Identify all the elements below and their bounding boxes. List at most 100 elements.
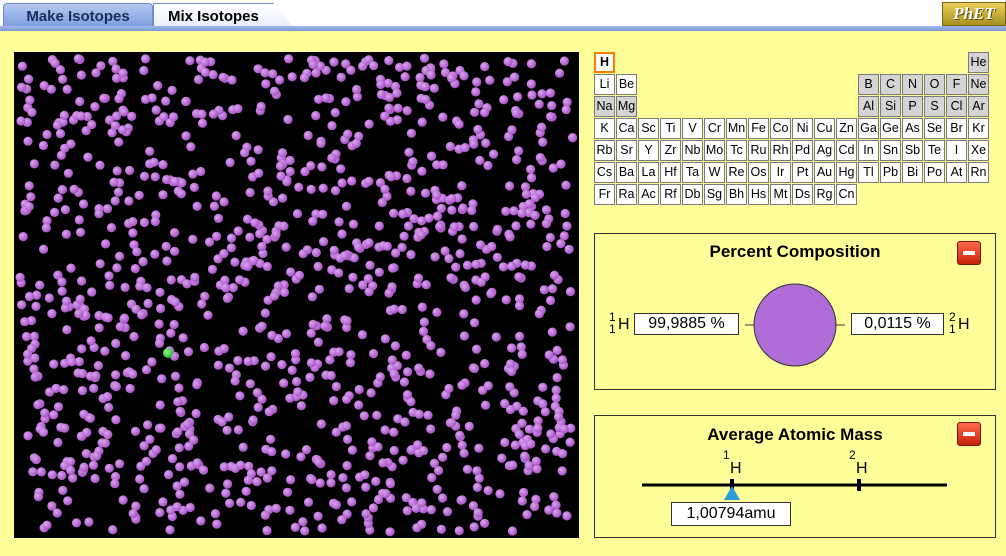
element-db[interactable]: Db [682,184,703,205]
element-ni[interactable]: Ni [792,118,813,139]
element-b[interactable]: B [858,74,879,95]
element-v[interactable]: V [682,118,703,139]
element-ar[interactable]: Ar [968,96,989,117]
element-ti[interactable]: Ti [660,118,681,139]
minimize-button[interactable] [957,422,981,446]
element-fr[interactable]: Fr [594,184,615,205]
h1-atom [442,442,452,453]
h1-atom [52,120,63,130]
element-bh[interactable]: Bh [726,184,747,205]
element-c[interactable]: C [880,74,901,95]
element-ru[interactable]: Ru [748,140,769,161]
element-na[interactable]: Na [594,96,615,117]
element-po[interactable]: Po [924,162,945,183]
isotope-test-chamber[interactable] [14,52,579,538]
element-ne[interactable]: Ne [968,74,989,95]
element-rg[interactable]: Rg [814,184,835,205]
element-be[interactable]: Be [616,74,637,95]
h1-atom [150,172,160,182]
h1-atom [388,263,398,273]
element-li[interactable]: Li [594,74,615,95]
element-w[interactable]: W [704,162,725,183]
element-ba[interactable]: Ba [616,162,637,183]
tab-mix-isotopes[interactable]: Mix Isotopes [153,3,293,27]
element-zr[interactable]: Zr [660,140,681,161]
element-cs[interactable]: Cs [594,162,615,183]
element-la[interactable]: La [638,162,659,183]
element-mn[interactable]: Mn [726,118,747,139]
element-sr[interactable]: Sr [616,140,637,161]
element-sg[interactable]: Sg [704,184,725,205]
element-he[interactable]: He [968,52,989,73]
element-fe[interactable]: Fe [748,118,769,139]
element-f[interactable]: F [946,74,967,95]
element-ac[interactable]: Ac [638,184,659,205]
element-tl[interactable]: Tl [858,162,879,183]
h1-atom [88,460,99,470]
element-y[interactable]: Y [638,140,659,161]
element-re[interactable]: Re [726,162,747,183]
element-cd[interactable]: Cd [836,140,857,161]
element-pt[interactable]: Pt [792,162,813,183]
element-h[interactable]: H [594,52,615,73]
element-co[interactable]: Co [770,118,791,139]
element-ag[interactable]: Ag [814,140,835,161]
element-ge[interactable]: Ge [880,118,901,139]
element-zn[interactable]: Zn [836,118,857,139]
element-xe[interactable]: Xe [968,140,989,161]
element-br[interactable]: Br [946,118,967,139]
minimize-button[interactable] [957,241,981,265]
element-al[interactable]: Al [858,96,879,117]
element-hf[interactable]: Hf [660,162,681,183]
h1-atom [189,435,199,445]
element-ta[interactable]: Ta [682,162,703,183]
element-ir[interactable]: Ir [770,162,791,183]
element-pd[interactable]: Pd [792,140,813,161]
element-ra[interactable]: Ra [616,184,637,205]
element-at[interactable]: At [946,162,967,183]
element-symbol: H [958,316,970,333]
h1-atom [252,388,262,398]
element-sn[interactable]: Sn [880,140,901,161]
element-si[interactable]: Si [880,96,901,117]
h1-atom [181,96,191,107]
element-ds[interactable]: Ds [792,184,813,205]
element-pb[interactable]: Pb [880,162,901,183]
element-in[interactable]: In [858,140,879,161]
element-cl[interactable]: Cl [946,96,967,117]
element-n[interactable]: N [902,74,923,95]
element-kr[interactable]: Kr [968,118,989,139]
element-s[interactable]: S [924,96,945,117]
element-sb[interactable]: Sb [902,140,923,161]
element-rf[interactable]: Rf [660,184,681,205]
element-bi[interactable]: Bi [902,162,923,183]
element-k[interactable]: K [594,118,615,139]
element-ga[interactable]: Ga [858,118,879,139]
element-au[interactable]: Au [814,162,835,183]
element-rh[interactable]: Rh [770,140,791,161]
element-rb[interactable]: Rb [594,140,615,161]
element-te[interactable]: Te [924,140,945,161]
element-cr[interactable]: Cr [704,118,725,139]
element-tc[interactable]: Tc [726,140,747,161]
element-cn[interactable]: Cn [836,184,857,205]
element-hs[interactable]: Hs [748,184,769,205]
element-rn[interactable]: Rn [968,162,989,183]
element-ca[interactable]: Ca [616,118,637,139]
element-mg[interactable]: Mg [616,96,637,117]
element-o[interactable]: O [924,74,945,95]
element-nb[interactable]: Nb [682,140,703,161]
element-sc[interactable]: Sc [638,118,659,139]
element-p[interactable]: P [902,96,923,117]
element-as[interactable]: As [902,118,923,139]
element-se[interactable]: Se [924,118,945,139]
element-cu[interactable]: Cu [814,118,835,139]
element-hg[interactable]: Hg [836,162,857,183]
tab-make-isotopes[interactable]: Make Isotopes [3,3,153,27]
element-i[interactable]: I [946,140,967,161]
scale-label-h1: 1 H [723,448,743,477]
element-mt[interactable]: Mt [770,184,791,205]
phet-logo[interactable]: PhET [942,2,1006,26]
element-os[interactable]: Os [748,162,769,183]
element-mo[interactable]: Mo [704,140,725,161]
